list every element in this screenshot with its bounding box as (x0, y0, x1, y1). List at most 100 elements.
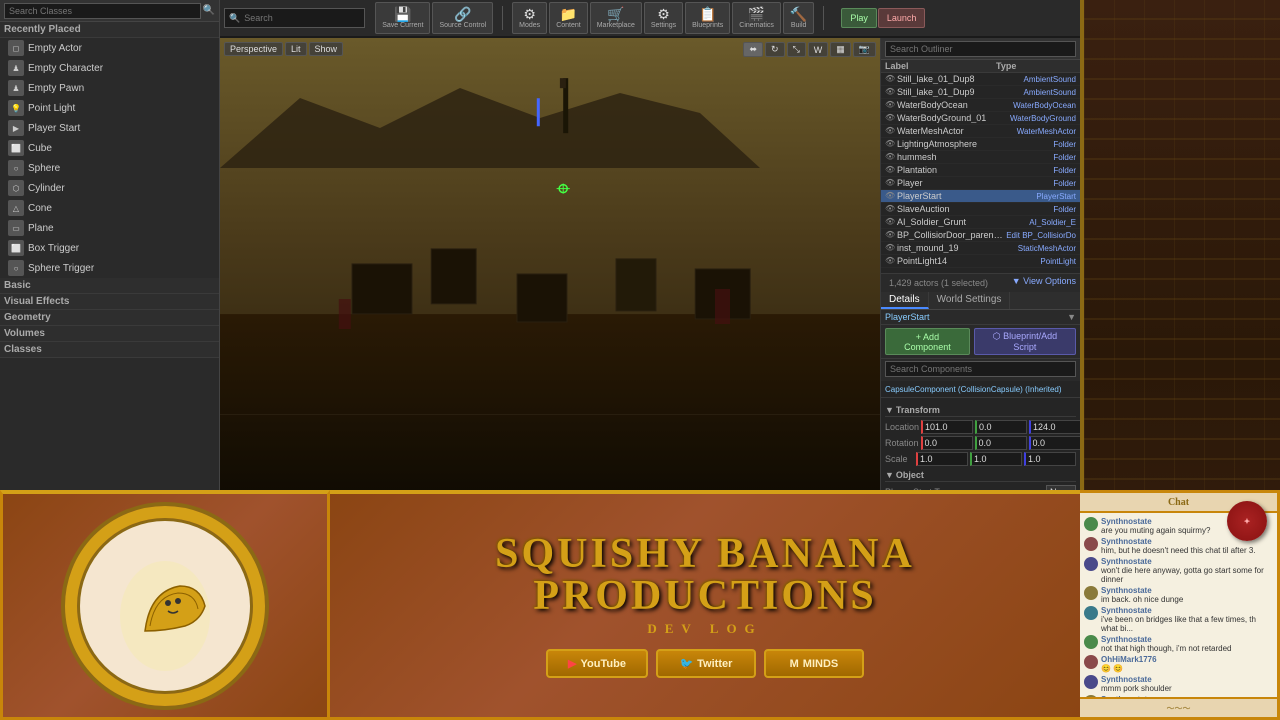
visibility-eye[interactable]: 👁 (885, 139, 895, 149)
outliner-row[interactable]: 👁WaterBodyOceanWaterBodyOcean (881, 99, 1080, 112)
visibility-eye[interactable]: 👁 (885, 243, 895, 253)
location-y[interactable] (975, 420, 1027, 434)
basic-section[interactable]: Basic (0, 278, 219, 294)
visibility-eye[interactable]: 👁 (885, 152, 895, 162)
chat-line: Synthnostate mmm pork shoulder (1084, 675, 1273, 693)
tab-details[interactable]: Details (881, 292, 929, 309)
visibility-eye[interactable]: 👁 (885, 204, 895, 214)
visibility-eye[interactable]: 👁 (885, 165, 895, 175)
scale-btn[interactable]: ⤡ (787, 42, 806, 57)
translate-btn[interactable]: ⬌ (743, 42, 763, 57)
rotation-z[interactable] (1029, 436, 1080, 450)
devlog-chat-panel: ✦ Chat Synthnostate are you muting again… (1080, 490, 1280, 720)
left-item-sphere-trigger[interactable]: ○Sphere Trigger (0, 258, 219, 278)
search-classes-input[interactable] (4, 3, 201, 19)
visibility-eye[interactable]: 👁 (885, 230, 895, 240)
outliner-row[interactable]: 👁AI_Soldier_GruntAI_Soldier_E (881, 216, 1080, 229)
outliner-row[interactable]: 👁PointLight14PointLight (881, 255, 1080, 268)
youtube-btn[interactable]: ▶ YouTube (546, 649, 648, 678)
play-btn[interactable]: Play (841, 8, 877, 28)
outliner-row[interactable]: 👁PlayerStartPlayerStart (881, 190, 1080, 203)
launch-btn[interactable]: Launch (878, 8, 926, 28)
snap-btn[interactable]: ▦ (830, 42, 851, 57)
geometry-section[interactable]: Geometry (0, 310, 219, 326)
classes-search-bar[interactable]: 🔍 (0, 0, 219, 22)
left-item-plane[interactable]: ▭Plane (0, 218, 219, 238)
save-current-btn[interactable]: 💾 Save Current (375, 2, 430, 34)
blueprint-btn[interactable]: ⬡ Blueprint/Add Script (974, 328, 1076, 355)
content-btn[interactable]: 📁 Content (549, 2, 588, 34)
left-item-player-start[interactable]: ▶Player Start (0, 118, 219, 138)
left-item-point-light[interactable]: 💡Point Light (0, 98, 219, 118)
scale-z[interactable] (1024, 452, 1076, 466)
classes-section[interactable]: Classes (0, 342, 219, 358)
minds-btn[interactable]: M MINDS (764, 649, 864, 678)
visibility-eye[interactable]: 👁 (885, 74, 895, 84)
view-options-btn[interactable]: ▼ View Options (1012, 276, 1076, 290)
location-z[interactable] (1029, 420, 1080, 434)
visibility-eye[interactable]: 👁 (885, 217, 895, 227)
outliner-row[interactable]: 👁BP_CollisiorDoor_parent_InterfaceEdit B… (881, 229, 1080, 242)
visibility-eye[interactable]: 👁 (885, 256, 895, 266)
build-btn[interactable]: 🔨 Build (783, 2, 814, 34)
visual-effects-section[interactable]: Visual Effects (0, 294, 219, 310)
left-item-cube[interactable]: ⬜Cube (0, 138, 219, 158)
left-item-empty-pawn[interactable]: ♟Empty Pawn (0, 78, 219, 98)
perspective-btn[interactable]: Perspective (224, 42, 283, 56)
rotate-btn[interactable]: ↻ (765, 42, 785, 57)
outliner-row[interactable]: 👁PlayerFolder (881, 177, 1080, 190)
left-item-sphere[interactable]: ○Sphere (0, 158, 219, 178)
scale-y[interactable] (970, 452, 1022, 466)
object-section-header[interactable]: ▼ Object (885, 467, 1076, 482)
visibility-eye[interactable]: 👁 (885, 178, 895, 188)
cinematics-icon: 🎬 (748, 7, 765, 21)
viewport[interactable]: Perspective Lit Show ⬌ ↻ ⤡ W ▦ 📷 (220, 38, 880, 540)
scale-x[interactable] (916, 452, 968, 466)
outliner-row[interactable]: 👁Still_lake_01_Dup9AmbientSound (881, 86, 1080, 99)
marketplace-btn[interactable]: 🛒 Marketplace (590, 2, 642, 34)
cinematics-btn[interactable]: 🎬 Cinematics (732, 2, 781, 34)
ue-search-input[interactable] (240, 9, 360, 27)
source-control-btn[interactable]: 🔗 Source Control (432, 2, 493, 34)
left-item-empty-character[interactable]: ♟Empty Character (0, 58, 219, 78)
rotation-y[interactable] (975, 436, 1027, 450)
camera-speed-btn[interactable]: 📷 (853, 42, 876, 57)
transform-section-header[interactable]: ▼ Transform (885, 402, 1076, 417)
twitter-btn[interactable]: 🐦 Twitter (656, 649, 756, 678)
outliner-row[interactable]: 👁SlaveAuctionFolder (881, 203, 1080, 216)
left-item-box-trigger[interactable]: ⬜Box Trigger (0, 238, 219, 258)
outliner-row[interactable]: 👁LightingAtmosphereFolder (881, 138, 1080, 151)
outliner-row[interactable]: 👁PlantationFolder (881, 164, 1080, 177)
visibility-eye[interactable]: 👁 (885, 191, 895, 201)
recently-placed-section[interactable]: Recently Placed (0, 22, 219, 38)
left-item-empty-actor[interactable]: ◻Empty Actor (0, 38, 219, 58)
outliner-row[interactable]: 👁WaterBodyGround_01WaterBodyGround (881, 112, 1080, 125)
outliner-row[interactable]: 👁inst_mound_19StaticMeshActor (881, 242, 1080, 255)
modes-btn[interactable]: ⚙ Modes (512, 2, 547, 34)
visibility-eye[interactable]: 👁 (885, 113, 895, 123)
blueprints-btn[interactable]: 📋 Blueprints (685, 2, 730, 34)
left-item-cone[interactable]: △Cone (0, 198, 219, 218)
outliner-row[interactable]: 👁WaterMeshActorWaterMeshActor (881, 125, 1080, 138)
location-x[interactable] (921, 420, 973, 434)
world-btn[interactable]: W (808, 42, 829, 57)
devlog-subtitle: DEV LOG (647, 621, 762, 637)
component-tree-item[interactable]: CapsuleComponent (CollisionCapsule) (Inh… (885, 385, 1062, 394)
settings-btn[interactable]: ⚙ Settings (644, 2, 683, 34)
volumes-section[interactable]: Volumes (0, 326, 219, 342)
outliner-search-input[interactable] (885, 41, 1076, 57)
outliner-row[interactable]: 👁Still_lake_01_Dup8AmbientSound (881, 73, 1080, 86)
add-component-btn[interactable]: + Add Component (885, 328, 970, 355)
lit-btn[interactable]: Lit (285, 42, 307, 56)
rotation-x[interactable] (921, 436, 973, 450)
visibility-eye[interactable]: 👁 (885, 126, 895, 136)
chat-content: Synthnostate mmm pork shoulder (1101, 675, 1172, 693)
visibility-eye[interactable]: 👁 (885, 87, 895, 97)
show-btn[interactable]: Show (309, 42, 344, 56)
component-search-input[interactable] (885, 361, 1076, 377)
visibility-eye[interactable]: 👁 (885, 100, 895, 110)
row-type: WaterBodyOcean (1013, 101, 1076, 110)
outliner-row[interactable]: 👁hummeshFolder (881, 151, 1080, 164)
left-item-cylinder[interactable]: ⬡Cylinder (0, 178, 219, 198)
tab-world-settings[interactable]: World Settings (929, 292, 1011, 309)
